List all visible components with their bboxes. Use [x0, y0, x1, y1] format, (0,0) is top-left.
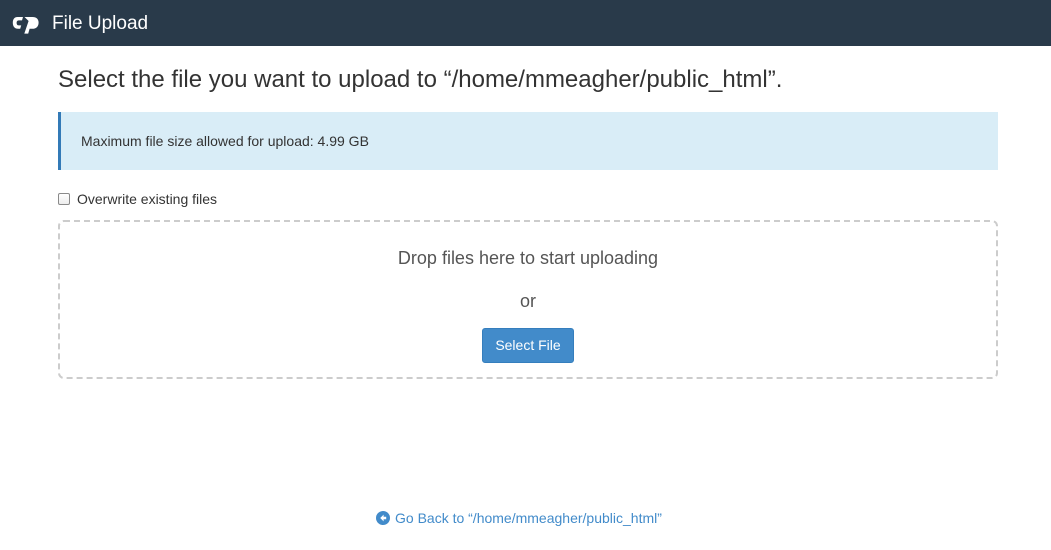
max-size-text: Maximum file size allowed for upload: 4.…: [81, 133, 369, 149]
or-separator: or: [519, 291, 536, 311]
overwrite-option[interactable]: Overwrite existing files: [58, 189, 217, 209]
overwrite-label[interactable]: Overwrite existing files: [77, 191, 217, 207]
max-size-alert: Maximum file size allowed for upload: 4.…: [58, 112, 998, 170]
upload-heading: Select the file you want to upload to “/…: [58, 66, 783, 93]
page-title: File Upload: [52, 13, 149, 34]
overwrite-checkbox[interactable]: [58, 193, 70, 205]
go-back-label[interactable]: Go Back to “/home/mmeagher/public_html”: [395, 510, 662, 526]
file-drop-zone[interactable]: Drop files here to start uploading or Se…: [58, 220, 998, 379]
go-back-link[interactable]: Go Back to “/home/mmeagher/public_html”: [376, 508, 662, 528]
top-bar: File Upload: [0, 0, 1051, 46]
cpanel-logo-icon[interactable]: [12, 14, 42, 34]
drop-instructions: Drop files here to start uploading: [397, 248, 659, 268]
arrow-circle-left-icon: [376, 511, 390, 525]
select-file-button[interactable]: Select File: [482, 328, 574, 363]
